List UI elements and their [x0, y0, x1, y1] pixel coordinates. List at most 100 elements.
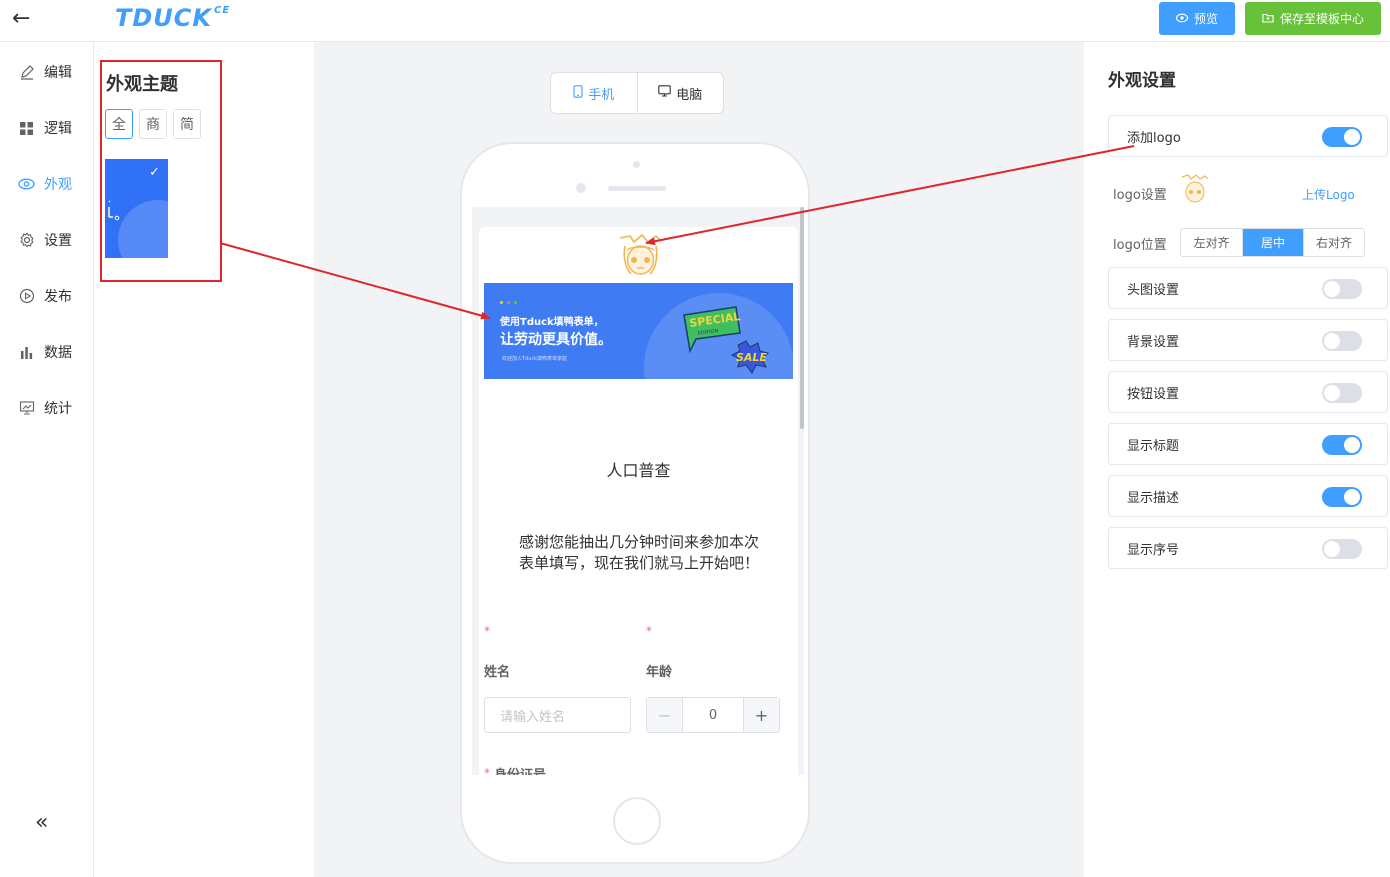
- monitor-icon: [658, 85, 671, 101]
- banner-dots: [500, 301, 517, 304]
- increment-icon[interactable]: +: [743, 698, 779, 732]
- logo-position-right[interactable]: 右对齐: [1303, 229, 1364, 256]
- grid-icon: [18, 120, 35, 137]
- nav-label: 设置: [44, 233, 72, 249]
- special-sale-sticker-icon: SPECIAL EDITION SALE: [683, 306, 769, 374]
- collapse-sidebar-icon[interactable]: «: [35, 810, 48, 835]
- preview-canvas: 手机 电脑 使用Tduck填鸭表单， 让劳动更具价值。 欢迎加入Tduck填鸭表…: [314, 42, 1084, 877]
- bar-chart-icon: [18, 344, 35, 361]
- show-title-toggle[interactable]: [1322, 435, 1362, 455]
- name-input[interactable]: 请输入姓名: [484, 697, 631, 733]
- logo-position-center[interactable]: 居中: [1242, 229, 1303, 256]
- device-switch: 手机 电脑: [550, 72, 724, 114]
- setting-label: 显示描述: [1127, 491, 1180, 506]
- brand-text: TDUCK: [115, 4, 212, 32]
- form-logo-image: [617, 232, 664, 279]
- setting-label: 背景设置: [1127, 335, 1180, 350]
- phone-speaker: [608, 186, 666, 191]
- setting-row-show-number: 显示序号: [1108, 527, 1388, 569]
- logo-position-segmented: 左对齐 居中 右对齐: [1180, 228, 1365, 257]
- top-bar: ← TDUCK CE 预览 保存至模板中心: [0, 0, 1390, 42]
- phone-camera: [633, 161, 640, 168]
- eye-icon: [1175, 12, 1189, 26]
- preview-button[interactable]: 预览: [1159, 2, 1235, 35]
- back-arrow-icon[interactable]: ←: [12, 8, 36, 32]
- setting-label: 添加logo: [1127, 131, 1181, 146]
- setting-label: 显示标题: [1127, 439, 1180, 454]
- device-mobile-button[interactable]: 手机: [551, 73, 637, 113]
- save-label: 保存至模板中心: [1279, 12, 1364, 26]
- nav-item-statistics[interactable]: 统计: [18, 396, 72, 420]
- gear-icon: [18, 232, 35, 249]
- header-image-toggle[interactable]: [1322, 279, 1362, 299]
- form-banner: 使用Tduck填鸭表单， 让劳动更具价值。 欢迎加入Tduck填鸭表单家庭 SP…: [484, 283, 793, 379]
- side-navigation: 编辑 逻辑 外观 设置 发布 数据 统计 «: [0, 42, 94, 877]
- upload-logo-link[interactable]: 上传Logo: [1302, 186, 1355, 203]
- logo-position-left[interactable]: 左对齐: [1181, 229, 1242, 256]
- mobile-icon: [573, 84, 583, 102]
- setting-label: 按钮设置: [1127, 387, 1180, 402]
- pencil-icon: [18, 64, 35, 81]
- setting-row-header-image: 头图设置: [1108, 267, 1388, 309]
- device-desktop-label: 电脑: [676, 87, 703, 103]
- logo-position-label: logo位置: [1113, 238, 1167, 253]
- form-title: 人口普查: [606, 461, 671, 480]
- annotation-box-theme: [100, 60, 222, 282]
- svg-text:SALE: SALE: [736, 351, 767, 364]
- nav-item-edit[interactable]: 编辑: [18, 60, 72, 84]
- nav-item-settings[interactable]: 设置: [18, 228, 72, 252]
- nav-item-logic[interactable]: 逻辑: [18, 116, 72, 140]
- nav-label: 逻辑: [44, 121, 72, 137]
- field-label-name: 姓名: [484, 665, 511, 680]
- form-description: 感谢您能抽出几分钟时间来参加本次表单填写，现在我们就马上开始吧！: [518, 533, 759, 572]
- save-to-template-button[interactable]: 保存至模板中心: [1245, 2, 1381, 35]
- play-circle-icon: [18, 288, 35, 305]
- required-asterisk: *: [484, 766, 490, 775]
- age-value[interactable]: 0: [683, 698, 743, 732]
- field-label-id-number: 身份证号: [494, 764, 546, 775]
- settings-title: 外观设置: [1108, 71, 1176, 91]
- setting-label: 显示序号: [1127, 543, 1180, 558]
- show-number-toggle[interactable]: [1322, 539, 1362, 559]
- nav-label: 编辑: [44, 65, 72, 81]
- required-asterisk: *: [646, 624, 652, 638]
- screen-scrollbar[interactable]: [800, 207, 804, 429]
- folder-icon: [1262, 12, 1274, 26]
- setting-label: 头图设置: [1127, 283, 1180, 298]
- banner-subtext: 欢迎加入Tduck填鸭表单家庭: [502, 356, 568, 362]
- required-asterisk: *: [484, 624, 490, 638]
- phone-lens: [576, 183, 586, 193]
- setting-row-add-logo: 添加logo: [1108, 115, 1388, 157]
- setting-row-button: 按钮设置: [1108, 371, 1388, 413]
- decrement-icon[interactable]: −: [647, 698, 683, 732]
- name-input-placeholder: 请输入姓名: [500, 709, 566, 725]
- show-description-toggle[interactable]: [1322, 487, 1362, 507]
- presentation-chart-icon: [18, 400, 35, 417]
- setting-row-show-description: 显示描述: [1108, 475, 1388, 517]
- phone-screen: 使用Tduck填鸭表单， 让劳动更具价值。 欢迎加入Tduck填鸭表单家庭 SP…: [472, 207, 804, 775]
- nav-label: 数据: [44, 345, 72, 361]
- device-desktop-button[interactable]: 电脑: [636, 73, 724, 113]
- logo-thumbnail-image[interactable]: [1180, 173, 1210, 205]
- nav-item-appearance[interactable]: 外观: [18, 172, 72, 196]
- banner-headline-1: 使用Tduck填鸭表单，: [500, 317, 604, 328]
- phone-frame: 使用Tduck填鸭表单， 让劳动更具价值。 欢迎加入Tduck填鸭表单家庭 SP…: [460, 142, 810, 864]
- age-stepper[interactable]: − 0 +: [646, 697, 780, 733]
- background-toggle[interactable]: [1322, 331, 1362, 351]
- nav-item-data[interactable]: 数据: [18, 340, 72, 364]
- setting-row-background: 背景设置: [1108, 319, 1388, 361]
- logo-settings-label: logo设置: [1113, 188, 1167, 203]
- form-card: 使用Tduck填鸭表单， 让劳动更具价值。 欢迎加入Tduck填鸭表单家庭 SP…: [479, 227, 798, 775]
- setting-row-show-title: 显示标题: [1108, 423, 1388, 465]
- button-settings-toggle[interactable]: [1322, 383, 1362, 403]
- nav-label: 外观: [44, 177, 72, 193]
- banner-headline-2: 让劳动更具价值。: [500, 332, 612, 348]
- nav-item-publish[interactable]: 发布: [18, 284, 72, 308]
- preview-label: 预览: [1193, 12, 1218, 26]
- appearance-settings-panel: 外观设置 添加logo logo设置 上传Logo logo位置 左对齐 居中 …: [1084, 42, 1390, 877]
- nav-label: 发布: [44, 289, 72, 305]
- eye-icon: [18, 176, 35, 193]
- brand-logo: TDUCK CE: [115, 4, 230, 32]
- add-logo-toggle[interactable]: [1322, 127, 1362, 147]
- phone-home-button: [613, 797, 661, 845]
